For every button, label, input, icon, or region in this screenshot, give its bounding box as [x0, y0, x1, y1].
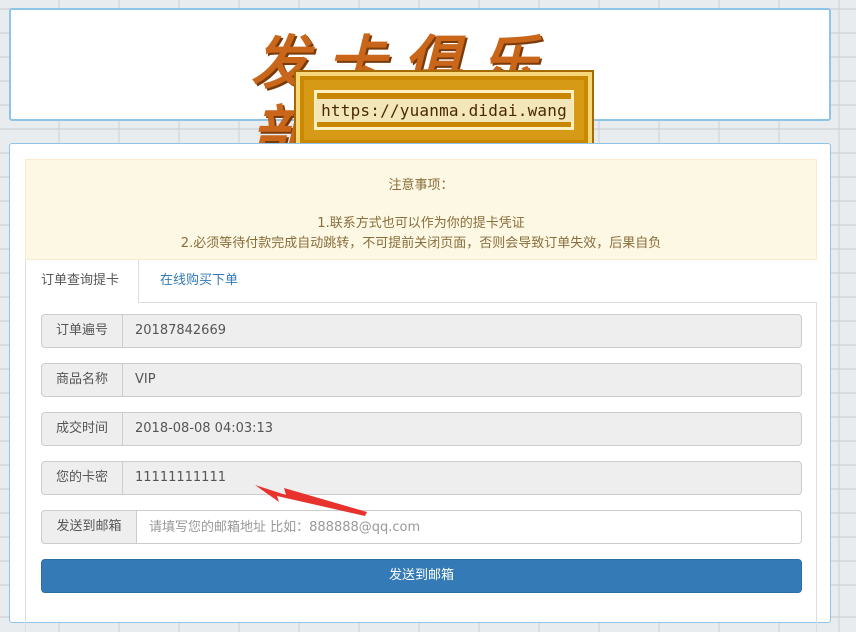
annotation-arrow-icon [255, 485, 367, 516]
annotation-arrow-shape [255, 485, 367, 516]
